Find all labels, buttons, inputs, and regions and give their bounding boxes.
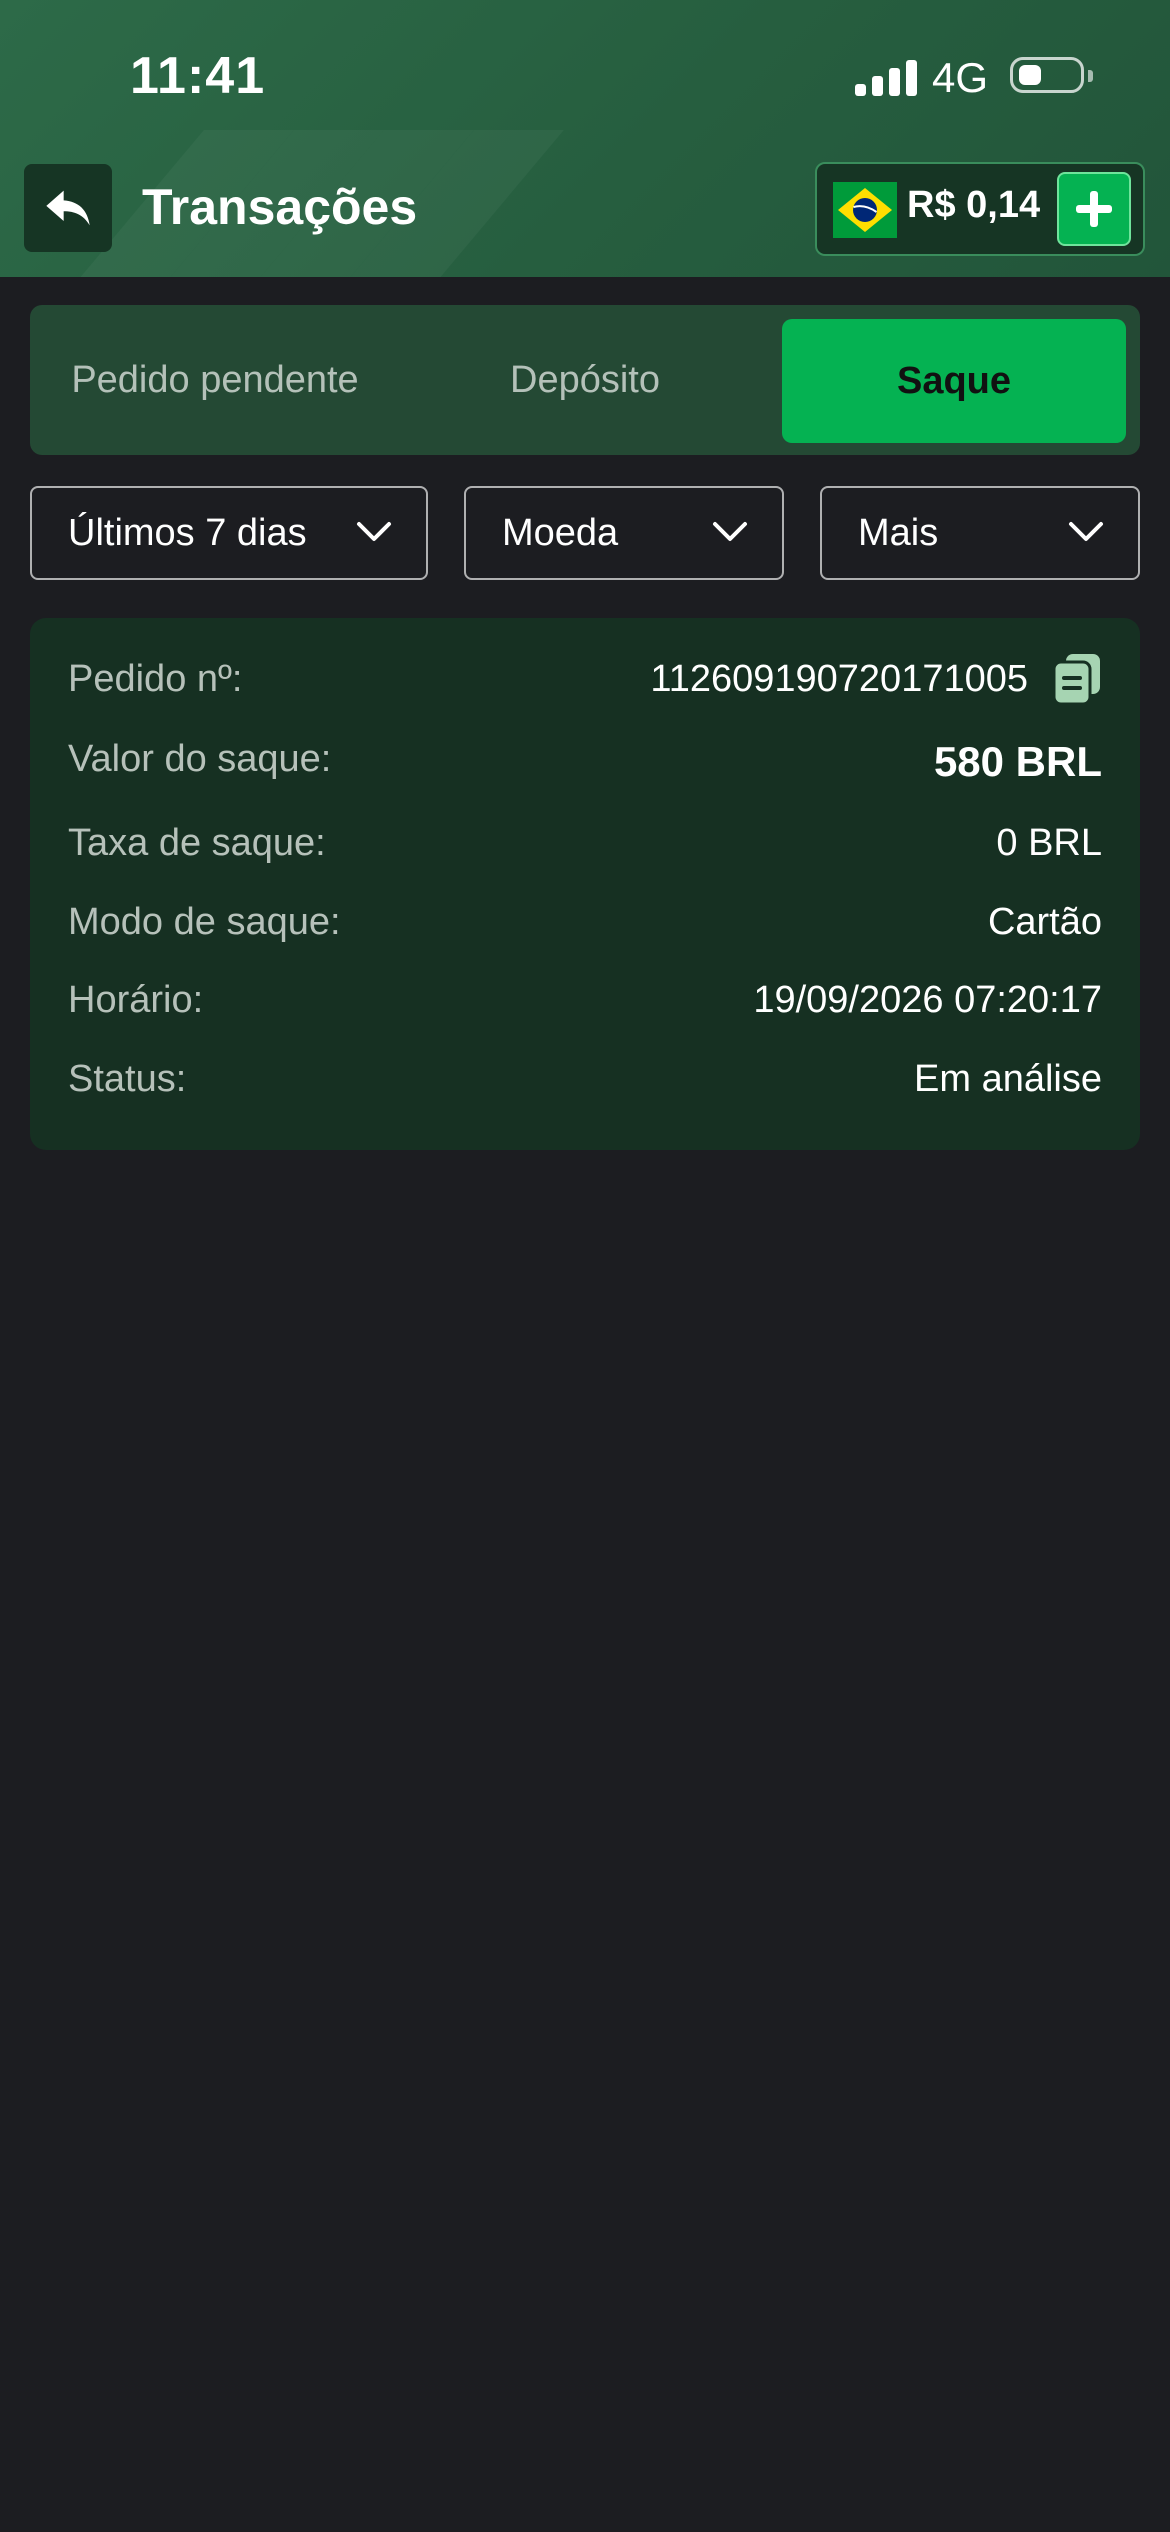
status-time: 11:41 xyxy=(130,47,266,105)
balance-widget[interactable]: R$ 0,14 xyxy=(815,162,1145,256)
battery-icon xyxy=(1010,57,1093,93)
time-label: Horário: xyxy=(68,979,204,1021)
fee-value: 0 BRL xyxy=(996,822,1102,864)
status-value: Em análise xyxy=(914,1058,1102,1100)
back-arrow-icon xyxy=(46,190,90,226)
currency-filter[interactable]: Moeda xyxy=(464,486,784,580)
chevron-down-icon xyxy=(713,522,747,541)
top-header: 11:41 4G Transações R$ 0,14 xyxy=(0,0,1170,277)
period-filter[interactable]: Últimos 7 dias xyxy=(30,486,428,580)
plus-icon xyxy=(1076,191,1112,227)
tab-withdrawal[interactable]: Saque xyxy=(782,319,1126,443)
mode-row: Modo de saque: Cartão xyxy=(68,901,1102,961)
tab-pending-order[interactable]: Pedido pendente xyxy=(30,305,400,455)
status-label: Status: xyxy=(68,1058,187,1100)
fee-row: Taxa de saque: 0 BRL xyxy=(68,822,1102,882)
time-value: 19/09/2026 07:20:17 xyxy=(753,979,1102,1021)
period-filter-label: Últimos 7 dias xyxy=(68,512,307,554)
deposit-plus-button[interactable] xyxy=(1057,172,1131,246)
mode-label: Modo de saque: xyxy=(68,901,341,943)
amount-row: Valor do saque: 580 BRL xyxy=(68,738,1102,798)
chevron-down-icon xyxy=(1069,522,1103,541)
tab-deposit[interactable]: Depósito xyxy=(400,305,770,455)
balance-amount: R$ 0,14 xyxy=(907,184,1041,226)
chevron-down-icon xyxy=(357,522,391,541)
amount-label: Valor do saque: xyxy=(68,738,332,780)
network-label: 4G xyxy=(932,54,989,101)
transaction-tabs: Pedido pendente Depósito Saque xyxy=(30,305,1140,455)
mode-value: Cartão xyxy=(987,901,1102,943)
copy-icon[interactable] xyxy=(1052,652,1102,706)
amount-value: 580 BRL xyxy=(933,738,1102,785)
page-title: Transações xyxy=(142,179,418,235)
more-filter-label: Mais xyxy=(858,512,939,554)
more-filter[interactable]: Mais xyxy=(820,486,1140,580)
fee-label: Taxa de saque: xyxy=(68,822,326,864)
status-row: Status: Em análise xyxy=(68,1058,1102,1118)
signal-icon xyxy=(855,58,917,96)
brazil-flag-icon xyxy=(833,182,897,238)
order-number-value: 112609190720171005 xyxy=(650,658,1028,700)
currency-filter-label: Moeda xyxy=(502,512,619,554)
back-button[interactable] xyxy=(24,164,112,252)
order-number-label: Pedido nº: xyxy=(68,658,243,700)
transaction-card: Pedido nº: 112609190720171005 Valor do s… xyxy=(30,618,1140,1150)
time-row: Horário: 19/09/2026 07:20:17 xyxy=(68,979,1102,1039)
order-number-row: Pedido nº: 112609190720171005 xyxy=(68,654,1102,718)
